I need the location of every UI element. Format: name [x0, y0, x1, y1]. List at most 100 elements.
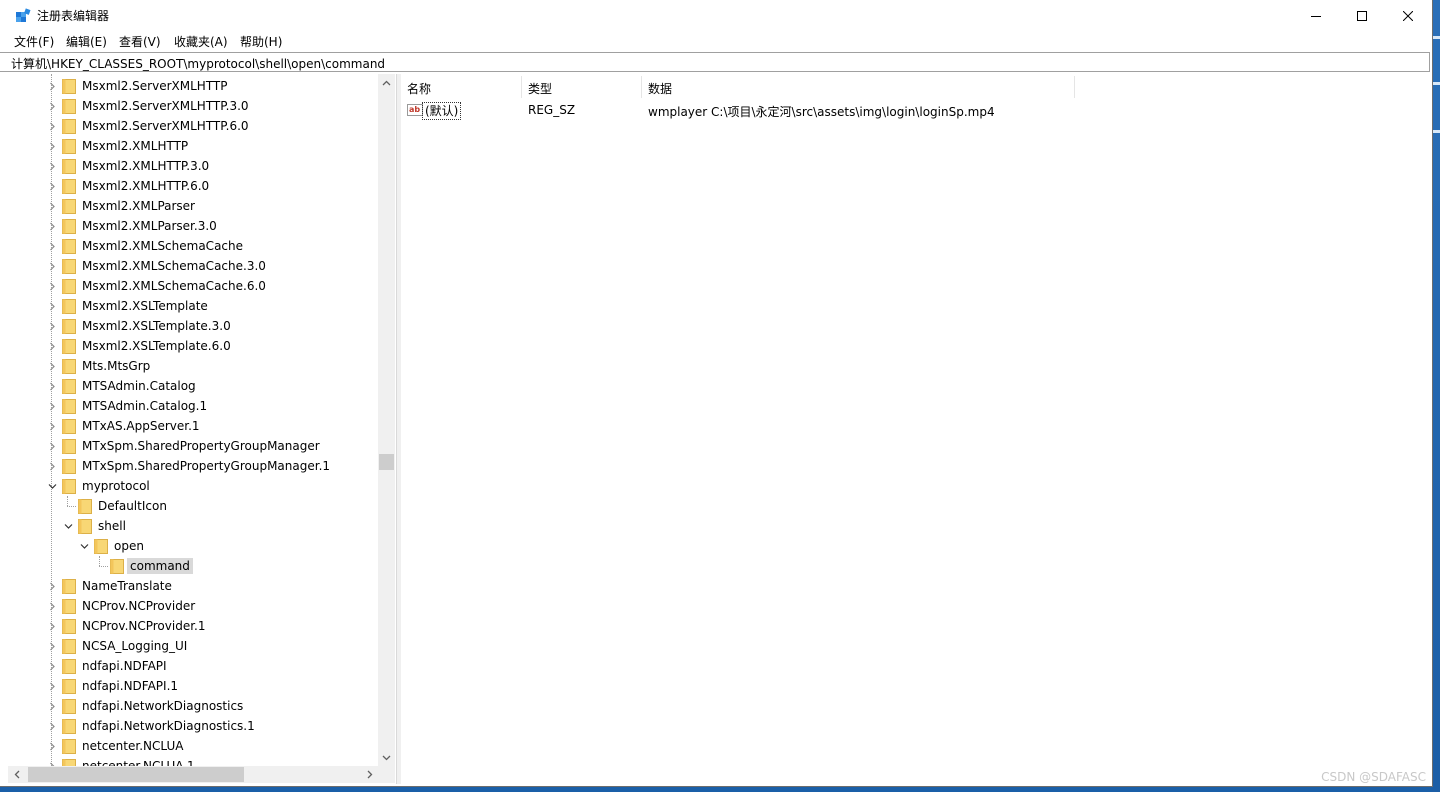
expand-chevron-icon[interactable] — [46, 239, 58, 253]
address-path[interactable]: 计算机\HKEY_CLASSES_ROOT\myprotocol\shell\o… — [11, 55, 385, 72]
tree-item-label[interactable]: DefaultIcon — [95, 498, 170, 514]
tree-item[interactable]: Msxml2.XMLHTTP.6.0 — [8, 176, 378, 196]
tree-item-label[interactable]: MTxSpm.SharedPropertyGroupManager — [79, 438, 323, 454]
tree-item[interactable]: MTxAS.AppServer.1 — [8, 416, 378, 436]
expand-chevron-icon[interactable] — [46, 419, 58, 433]
scroll-right-button[interactable] — [361, 766, 378, 783]
expand-chevron-icon[interactable] — [46, 259, 58, 273]
expand-chevron-icon[interactable] — [46, 179, 58, 193]
tree-item-label[interactable]: Msxml2.XMLSchemaCache.6.0 — [79, 278, 269, 294]
value-type[interactable]: REG_SZ — [528, 103, 575, 117]
tree-item[interactable]: Msxml2.XMLParser.3.0 — [8, 216, 378, 236]
tree-item-label[interactable]: ndfapi.NetworkDiagnostics — [79, 698, 246, 714]
expand-chevron-icon[interactable] — [46, 579, 58, 593]
tree-item-label[interactable]: Msxml2.XSLTemplate.6.0 — [79, 338, 234, 354]
tree-item-label[interactable]: MTSAdmin.Catalog.1 — [79, 398, 210, 414]
menu-help[interactable]: 帮助(H) — [240, 33, 282, 50]
tree-item[interactable]: NameTranslate — [8, 576, 378, 596]
tree-item[interactable]: NCProv.NCProvider — [8, 596, 378, 616]
expand-chevron-icon[interactable] — [46, 699, 58, 713]
expand-chevron-icon[interactable] — [46, 219, 58, 233]
tree-item[interactable]: Msxml2.ServerXMLHTTP.6.0 — [8, 116, 378, 136]
scroll-down-button[interactable] — [378, 749, 395, 766]
expand-chevron-icon[interactable] — [46, 399, 58, 413]
scroll-up-button[interactable] — [378, 74, 395, 91]
collapse-chevron-icon[interactable] — [78, 539, 90, 553]
value-name-default[interactable]: (默认) — [422, 102, 462, 120]
tree-item[interactable]: Msxml2.XSLTemplate.3.0 — [8, 316, 378, 336]
menu-favorites[interactable]: 收藏夹(A) — [174, 33, 228, 50]
tree-item[interactable]: Msxml2.XMLSchemaCache.3.0 — [8, 256, 378, 276]
address-bar[interactable]: 计算机\HKEY_CLASSES_ROOT\myprotocol\shell\o… — [0, 52, 1430, 72]
tree-item[interactable]: MTxSpm.SharedPropertyGroupManager.1 — [8, 456, 378, 476]
tree-item-label[interactable]: Msxml2.ServerXMLHTTP.3.0 — [79, 98, 252, 114]
tree-item-label[interactable]: NCSA_Logging_UI — [79, 638, 190, 654]
column-separator[interactable] — [1074, 76, 1075, 98]
menu-file[interactable]: 文件(F) — [14, 33, 54, 50]
expand-chevron-icon[interactable] — [46, 79, 58, 93]
tree-item-label[interactable]: Msxml2.XMLHTTP.6.0 — [79, 178, 212, 194]
tree-horizontal-scrollbar[interactable] — [8, 766, 378, 783]
scroll-thumb[interactable] — [379, 454, 394, 470]
tree-item[interactable]: NCProv.NCProvider.1 — [8, 616, 378, 636]
tree-item-label[interactable]: netcenter.NCLUA — [79, 738, 186, 754]
tree-item-label[interactable]: Msxml2.XMLHTTP.3.0 — [79, 158, 212, 174]
tree-item-label[interactable]: ndfapi.NetworkDiagnostics.1 — [79, 718, 258, 734]
tree-item-label[interactable]: myprotocol — [79, 478, 153, 494]
maximize-button[interactable] — [1339, 0, 1385, 31]
tree-item-label[interactable]: Msxml2.ServerXMLHTTP.6.0 — [79, 118, 252, 134]
tree-item-label[interactable]: Msxml2.XMLHTTP — [79, 138, 191, 154]
tree-item-label[interactable]: NCProv.NCProvider.1 — [79, 618, 209, 634]
tree-item[interactable]: myprotocol — [8, 476, 378, 496]
menu-edit[interactable]: 编辑(E) — [66, 33, 107, 50]
expand-chevron-icon[interactable] — [46, 199, 58, 213]
expand-chevron-icon[interactable] — [46, 439, 58, 453]
expand-chevron-icon[interactable] — [46, 119, 58, 133]
scroll-thumb-horizontal[interactable] — [28, 767, 244, 782]
tree-item-label[interactable]: MTSAdmin.Catalog — [79, 378, 199, 394]
expand-chevron-icon[interactable] — [46, 599, 58, 613]
expand-chevron-icon[interactable] — [46, 739, 58, 753]
tree-item[interactable]: NCSA_Logging_UI — [8, 636, 378, 656]
tree-item[interactable]: Msxml2.ServerXMLHTTP.3.0 — [8, 96, 378, 116]
tree-item-label[interactable]: shell — [95, 518, 129, 534]
expand-chevron-icon[interactable] — [46, 679, 58, 693]
expand-chevron-icon[interactable] — [46, 299, 58, 313]
tree-item-label[interactable]: NCProv.NCProvider — [79, 598, 198, 614]
tree-item-label[interactable]: open — [111, 538, 147, 554]
tree-item[interactable]: DefaultIcon — [8, 496, 378, 516]
tree-item[interactable]: open — [8, 536, 378, 556]
tree-item[interactable]: Msxml2.XSLTemplate — [8, 296, 378, 316]
tree-item[interactable]: ndfapi.NDFAPI.1 — [8, 676, 378, 696]
tree-item-label[interactable]: ndfapi.NDFAPI — [79, 658, 170, 674]
title-bar[interactable]: 注册表编辑器 — [0, 0, 1432, 31]
expand-chevron-icon[interactable] — [46, 459, 58, 473]
expand-chevron-icon[interactable] — [46, 339, 58, 353]
tree-item[interactable]: MTSAdmin.Catalog — [8, 376, 378, 396]
column-header-name[interactable]: 名称 — [400, 76, 521, 100]
tree-item[interactable]: MTxSpm.SharedPropertyGroupManager — [8, 436, 378, 456]
scroll-left-button[interactable] — [8, 766, 25, 783]
tree-item-label[interactable]: MTxAS.AppServer.1 — [79, 418, 203, 434]
tree-item-label[interactable]: NameTranslate — [79, 578, 175, 594]
collapse-chevron-icon[interactable] — [62, 519, 74, 533]
tree-item-label[interactable]: ndfapi.NDFAPI.1 — [79, 678, 181, 694]
column-header-data[interactable]: 数据 — [641, 76, 1074, 100]
tree-item-label[interactable]: Msxml2.XMLParser.3.0 — [79, 218, 220, 234]
tree-item-label[interactable]: Msxml2.XMLSchemaCache.3.0 — [79, 258, 269, 274]
tree-item-label[interactable]: Msxml2.XSLTemplate — [79, 298, 211, 314]
tree-item-label[interactable]: Msxml2.XMLParser — [79, 198, 198, 214]
tree-item-label[interactable]: Mts.MtsGrp — [79, 358, 153, 374]
value-data[interactable]: wmplayer C:\项目\永定河\src\assets\img\login\… — [648, 103, 995, 120]
menu-view[interactable]: 查看(V) — [119, 33, 161, 50]
expand-chevron-icon[interactable] — [46, 619, 58, 633]
expand-chevron-icon[interactable] — [46, 279, 58, 293]
tree-item-label[interactable]: MTxSpm.SharedPropertyGroupManager.1 — [79, 458, 333, 474]
tree-item[interactable]: Msxml2.XMLHTTP.3.0 — [8, 156, 378, 176]
column-header-type[interactable]: 类型 — [521, 76, 641, 100]
tree-item[interactable]: netcenter.NCLUA — [8, 736, 378, 756]
tree-item[interactable]: Msxml2.ServerXMLHTTP — [8, 76, 378, 96]
tree-item[interactable]: command — [8, 556, 378, 576]
expand-chevron-icon[interactable] — [46, 99, 58, 113]
tree-item[interactable]: Msxml2.XMLHTTP — [8, 136, 378, 156]
